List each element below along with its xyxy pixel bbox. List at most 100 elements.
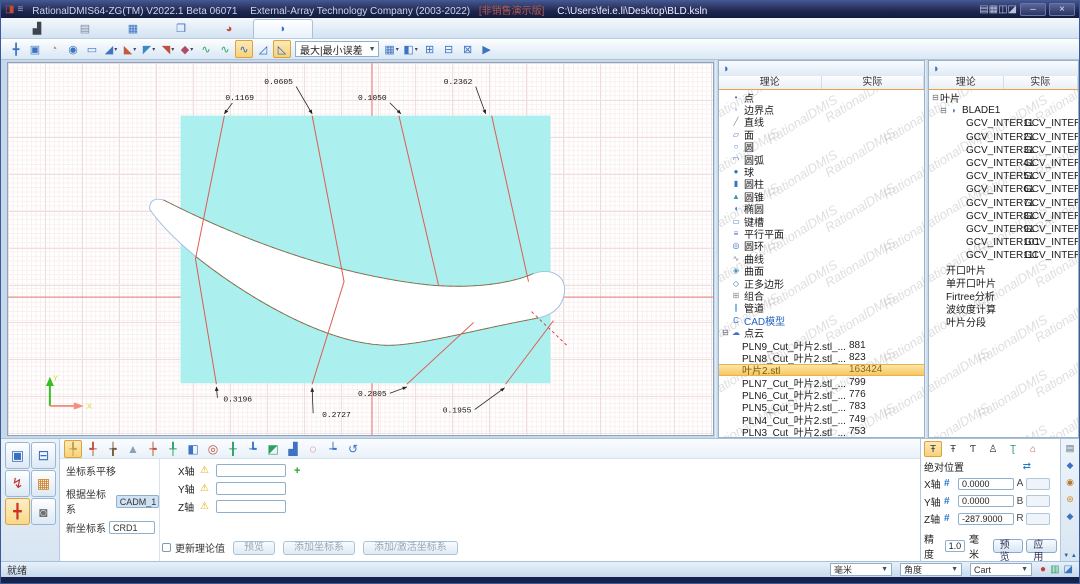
rotate-view-icon[interactable]: ◔	[45, 40, 63, 58]
section-row[interactable]: GCV_INTER81GCV_INTER81	[929, 210, 1078, 223]
position-value-field[interactable]: 0.0000	[958, 478, 1014, 490]
minimize-button[interactable]: –	[1020, 3, 1046, 16]
machine-tools-button[interactable]: ◙	[31, 498, 56, 525]
coord-machine-icon[interactable]: ◎	[204, 440, 222, 458]
sync-grid-icon[interactable]: ⊠	[459, 40, 477, 58]
blade-item[interactable]: ⊟◗BLADE1	[929, 104, 1078, 117]
curve-flag2-icon[interactable]: ◤▾	[140, 40, 158, 58]
tab-feature[interactable]: ❒	[157, 19, 205, 38]
gear-icon[interactable]: ⊛	[1061, 492, 1079, 506]
expander-icon[interactable]: ⊟	[721, 328, 730, 337]
solid-icon[interactable]: ◆	[1061, 458, 1079, 472]
points-flag-icon[interactable]: ◆▾	[178, 40, 196, 58]
axis-input[interactable]	[216, 482, 286, 495]
coord-rotate-icon[interactable]: ╃	[84, 440, 102, 458]
analysis-item[interactable]: 开口叶片	[929, 262, 1078, 275]
status-probe-icon[interactable]: ●	[1040, 564, 1046, 575]
position-value-field[interactable]: -287.9000	[958, 513, 1014, 525]
coord-axis2-icon[interactable]: ╀	[164, 440, 182, 458]
update-theory-checkbox[interactable]	[162, 543, 171, 552]
coord-rep-icon[interactable]: ┶	[324, 440, 342, 458]
solid2-icon[interactable]: ◆	[1061, 509, 1079, 523]
new-coord-field[interactable]: CRD1	[109, 521, 155, 534]
axis-input[interactable]	[216, 500, 286, 513]
column-actual[interactable]: 实际	[822, 76, 925, 89]
section-create-icon[interactable]: ◢▾	[102, 40, 120, 58]
wave-blue-icon[interactable]: ∿	[235, 40, 253, 58]
profile-icon[interactable]: ◥▾	[159, 40, 177, 58]
export-grid-icon[interactable]: ⊞	[421, 40, 439, 58]
caliper-button[interactable]: ⊟	[31, 442, 56, 469]
column-theory[interactable]: 理论	[719, 76, 822, 89]
column-actual[interactable]: 实际	[1004, 76, 1079, 89]
section-row[interactable]: GCV_INTER21GCV_INTER21	[929, 131, 1078, 144]
coord-fit-icon[interactable]: ▲	[124, 440, 142, 458]
zoom-region-icon[interactable]: ▣	[26, 40, 44, 58]
coord-mode-select[interactable]: Cart▼	[970, 563, 1032, 576]
column-theory[interactable]: 理论	[929, 76, 1004, 89]
angle-value-field[interactable]	[1026, 495, 1050, 507]
pos-add-icon[interactable]: Ʈ	[1004, 441, 1022, 457]
expander-icon[interactable]: ⊟	[931, 93, 940, 102]
brush-icon[interactable]: ◿	[254, 40, 272, 58]
section-row[interactable]: GCV_INTER61GCV_INTER61	[929, 183, 1078, 196]
home-icon[interactable]: ⌂	[1024, 441, 1042, 457]
app-icon[interactable]: ◨	[5, 4, 14, 15]
analysis-item[interactable]: Firtree分析	[929, 289, 1078, 302]
preview-button[interactable]: 预览	[233, 541, 275, 555]
coord-undo-icon[interactable]: ↺	[344, 440, 362, 458]
wave-green-icon[interactable]: ∿	[197, 40, 215, 58]
analysis-item[interactable]: 波纹度计算	[929, 302, 1078, 315]
axis-input[interactable]	[216, 464, 286, 477]
pos-rel-icon[interactable]: Ŧ	[944, 441, 962, 457]
save-state-icon[interactable]: ◫	[998, 4, 1007, 15]
table-view-icon[interactable]: ▦	[989, 4, 998, 15]
precision-field[interactable]: 1.0	[945, 540, 965, 552]
coord-axis1-icon[interactable]: ┾	[144, 440, 162, 458]
section-row[interactable]: GCV_INTER91GCV_INTER91	[929, 223, 1078, 236]
section-row[interactable]: GCV_INTER11GCV_INTER11	[929, 117, 1078, 130]
curve-flag-icon[interactable]: ◣▾	[121, 40, 139, 58]
tab-report[interactable]: ▤	[61, 19, 109, 38]
coord-offset-icon[interactable]: ╂	[224, 440, 242, 458]
toolbox-button[interactable]: ▦	[31, 470, 56, 497]
report-view-icon[interactable]: ▤	[979, 4, 988, 15]
coord-circle-icon[interactable]: ◌	[304, 440, 322, 458]
blade-module-icon[interactable]: ◗	[933, 63, 940, 75]
pan-icon[interactable]: ╋	[7, 40, 25, 58]
angle-value-field[interactable]	[1026, 513, 1050, 525]
section-row[interactable]: GCV_INTER101GCV_INTER101	[929, 236, 1078, 249]
expander-icon[interactable]: ⊟	[939, 106, 948, 115]
graphics-viewport[interactable]: Y X 0.11690.06050.10500.23620.31960.2727…	[8, 63, 713, 435]
coordinate-system-button[interactable]: ╋	[5, 498, 30, 525]
coord-swap-icon[interactable]: ╆	[104, 440, 122, 458]
add-coord-button[interactable]: 添加坐标系	[283, 541, 355, 555]
position-preview-button[interactable]: 预览	[993, 539, 1024, 553]
scroll-arrows-icon[interactable]: ▼ ▲	[1063, 553, 1077, 559]
coord-translate-icon[interactable]: ╄	[64, 440, 82, 458]
add-activate-coord-button[interactable]: 添加/激活坐标系	[363, 541, 458, 555]
coord-bestfit-icon[interactable]: ▟	[284, 440, 302, 458]
section-row[interactable]: GCV_INTER111GCV_INTER111	[929, 249, 1078, 262]
add-value-icon[interactable]: +	[294, 465, 300, 477]
analysis-item[interactable]: 单开口叶片	[929, 276, 1078, 289]
section-row[interactable]: GCV_INTER31GCV_INTER31	[929, 144, 1078, 157]
view-eye-icon[interactable]: ◉	[64, 40, 82, 58]
coord-green-cube-icon[interactable]: ◩	[264, 440, 282, 458]
blade-root[interactable]: ⊟叶片	[929, 91, 1078, 104]
joystick-icon[interactable]: ♙	[984, 441, 1002, 457]
section-row[interactable]: GCV_INTER51GCV_INTER51	[929, 170, 1078, 183]
pointcloud-item[interactable]: PLN3_Cut_叶片2.stl_...753	[719, 426, 924, 437]
wave-green2-icon[interactable]: ∿	[216, 40, 234, 58]
swap-arrows-icon[interactable]: ⇄	[1023, 461, 1031, 472]
analysis-item[interactable]: 叶片分段	[929, 315, 1078, 328]
tab-machine[interactable]: ▟	[13, 19, 61, 38]
magnifier-icon[interactable]: ◉	[1061, 475, 1079, 489]
section-tool-icon[interactable]: ◺	[273, 40, 291, 58]
tab-evaluate[interactable]: ◕	[205, 19, 253, 38]
grid-add-icon[interactable]: ▦▾	[383, 40, 401, 58]
close-button[interactable]: ×	[1049, 3, 1075, 16]
status-level-icon[interactable]: ▥	[1050, 564, 1059, 575]
import-grid-icon[interactable]: ⊟	[440, 40, 458, 58]
unit-length-select[interactable]: 毫米▼	[830, 563, 892, 576]
